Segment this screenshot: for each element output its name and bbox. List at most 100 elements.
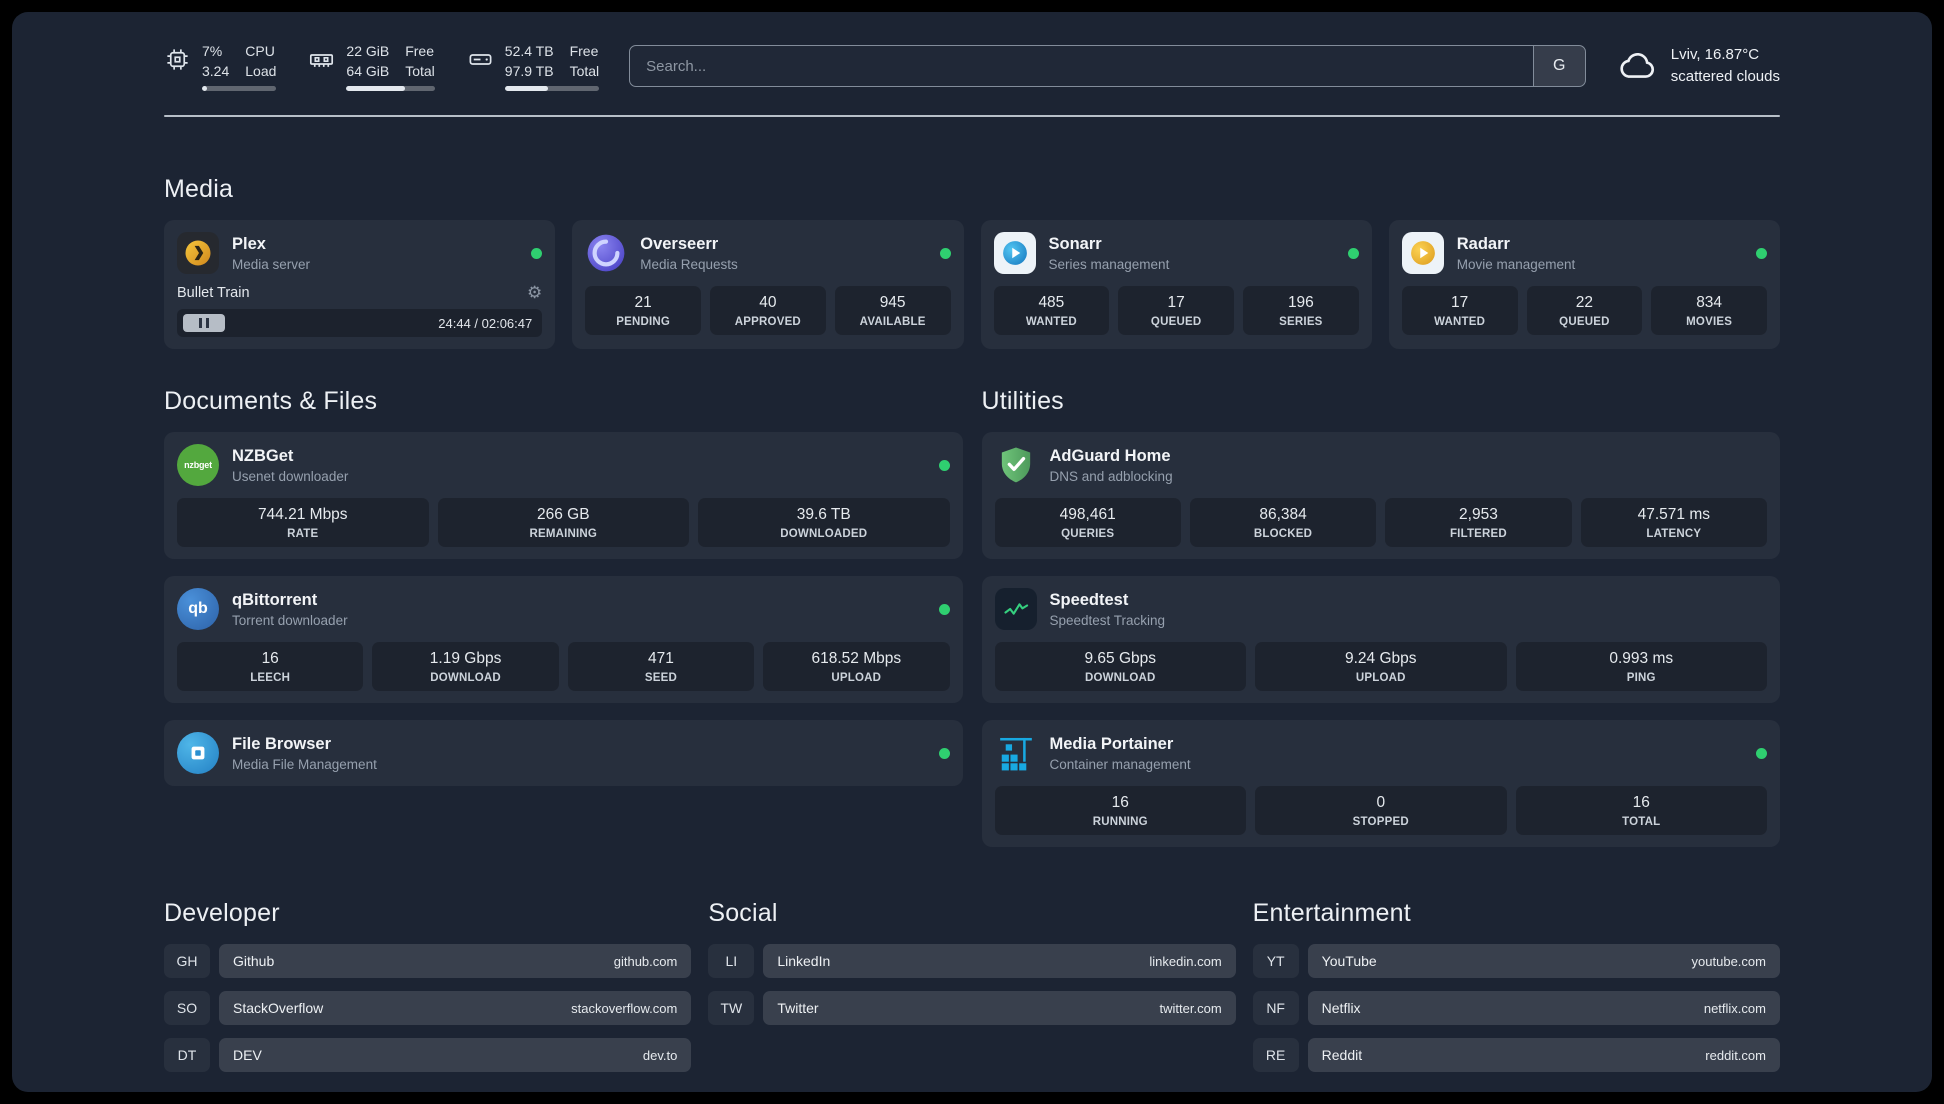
status-dot [1347,247,1359,259]
bookmark-linkedin[interactable]: LI LinkedIn linkedin.com [708,944,1236,979]
stat-block: 47.571 ms LATENCY [1580,498,1767,548]
stat-block: 86,384 BLOCKED [1189,498,1377,548]
bookmark-reddit[interactable]: RE Reddit reddit.com [1252,1038,1780,1073]
service-card-radarr[interactable]: Radarr Movie management 17 WANTED 22 QUE… [1388,220,1780,350]
now-playing-title: Bullet Train [177,284,250,301]
bookmark-github[interactable]: GH Github github.com [164,944,692,979]
memory-total-label: Total [405,62,435,79]
header-divider [164,115,1780,118]
service-desc: DNS and adblocking [1049,468,1173,484]
service-card-filebrowser[interactable]: File Browser Media File Management [164,720,963,787]
service-card-qbittorrent[interactable]: qb qBittorrent Torrent downloader 16 LEE… [164,576,963,704]
section-title-developer: Developer [164,899,280,928]
stat-block: 9.65 Gbps DOWNLOAD [994,642,1246,692]
stat-block: 0.993 ms PING [1515,642,1767,692]
bookmark-youtube[interactable]: YT YouTube youtube.com [1252,944,1780,979]
memory-icon [308,46,335,91]
cpu-load-label: Load [245,62,277,79]
bookmark-netflix[interactable]: NF Netflix netflix.com [1252,991,1780,1026]
service-name: qBittorrent [232,590,318,609]
bookmark-stackoverflow[interactable]: SO StackOverflow stackoverflow.com [164,991,692,1026]
stat-label: DOWNLOAD [430,672,501,685]
disk-free: 52.4 TB [504,43,554,59]
status-dot [1756,747,1767,759]
stat-value: 16 [1111,794,1129,812]
service-desc: Torrent downloader [232,612,348,628]
bookmark-url: netflix.com [1703,1000,1766,1016]
service-name: Overseerr [640,234,719,253]
service-card-portainer[interactable]: Media Portainer Container management 16 … [981,720,1780,848]
bookmark-name: Netflix [1321,1000,1361,1017]
service-desc: Media server [232,256,311,272]
dashboard: 7% 3.24 CPU Load 22 GiB 64 GiB Free Tota… [12,12,1932,1092]
search-input[interactable] [630,46,1533,86]
bookmark-name: StackOverflow [233,1000,324,1017]
stat-label: LATENCY [1646,528,1702,541]
section-developer: Developer GH Github github.com SO StackO… [164,899,692,1073]
stat-block: 266 GB REMAINING [437,498,689,548]
pause-button[interactable] [183,314,225,333]
stat-block: 0 STOPPED [1255,786,1507,836]
stat-value: 0.993 ms [1609,650,1674,668]
service-card-plex[interactable]: Plex Media server Bullet Train ⚙ 24:44 /… [164,220,556,350]
stat-value: 86,384 [1259,506,1307,524]
stat-value: 47.571 ms [1637,506,1710,524]
overseerr-icon [585,232,627,274]
service-card-overseerr[interactable]: Overseerr Media Requests 21 PENDING 40 A… [572,220,964,350]
bookmark-abbr: GH [164,944,210,979]
stat-label: DOWNLOAD [1084,672,1156,685]
search-provider-button[interactable]: G [1532,46,1585,86]
status-dot [938,747,950,759]
disk-widget: 52.4 TB 97.9 TB Free Total [467,42,600,92]
bookmark-url: youtube.com [1691,953,1766,969]
stat-value: 485 [1038,294,1065,312]
bookmark-url: github.com [613,953,678,969]
stat-block: 17 WANTED [1401,286,1518,336]
service-name: Sonarr [1048,234,1102,253]
stat-block: 498,461 QUERIES [994,498,1181,548]
service-name: File Browser [232,734,332,753]
stat-label: FILTERED [1449,528,1507,541]
stat-value: 266 GB [536,506,590,524]
stat-block: 22 QUEUED [1526,286,1643,336]
service-card-adguard[interactable]: AdGuard Home DNS and adblocking 498,461 … [981,432,1780,560]
bookmark-name: DEV [233,1047,262,1064]
stat-value: 16 [1632,794,1650,812]
stat-label: PENDING [616,316,671,329]
section-documents: Documents & Files nzbget NZBGet Usenet d… [164,387,963,787]
section-title-entertainment: Entertainment [1252,899,1411,928]
memory-total: 64 GiB [346,62,390,79]
service-name: Speedtest [1049,590,1129,609]
service-card-nzbget[interactable]: nzbget NZBGet Usenet downloader 744.21 M… [164,432,963,560]
stat-value: 196 [1287,294,1314,312]
filebrowser-icon [177,732,219,775]
bookmark-abbr: RE [1252,1038,1299,1073]
stat-label: SERIES [1279,316,1323,329]
disk-readout: 52.4 TB 97.9 TB Free Total [504,42,600,92]
service-name: Plex [232,234,266,253]
stat-value: 744.21 Mbps [257,506,348,524]
service-desc: Series management [1048,256,1170,272]
weather-location: Lviv, 16.87°C [1670,46,1760,63]
weather-condition: scattered clouds [1670,67,1780,85]
cpu-bar [202,86,277,92]
stat-value: 2,953 [1459,506,1498,524]
stat-block: 2,953 FILTERED [1385,498,1572,548]
service-desc: Media File Management [232,756,377,772]
stat-value: 471 [648,650,674,668]
bookmark-twitter[interactable]: TW Twitter twitter.com [708,991,1236,1026]
player-time: 24:44 / 02:06:47 [438,315,533,331]
cpu-icon [164,46,191,91]
service-card-sonarr[interactable]: Sonarr Series management 485 WANTED 17 Q… [980,220,1372,350]
gear-icon[interactable]: ⚙ [527,284,542,301]
service-card-speedtest[interactable]: Speedtest Speedtest Tracking 9.65 Gbps D… [981,576,1780,704]
stat-label: DOWNLOADED [780,528,868,541]
memory-free: 22 GiB [346,43,390,59]
bookmark-abbr: YT [1252,944,1299,979]
stat-label: SEED [644,672,677,685]
bookmark-dev[interactable]: DT DEV dev.to [164,1038,692,1073]
service-name: Media Portainer [1049,734,1174,753]
stat-block: 39.6 TB DOWNLOADED [698,498,950,548]
stat-value: 618.52 Mbps [811,650,902,668]
stat-value: 17 [1167,294,1185,312]
